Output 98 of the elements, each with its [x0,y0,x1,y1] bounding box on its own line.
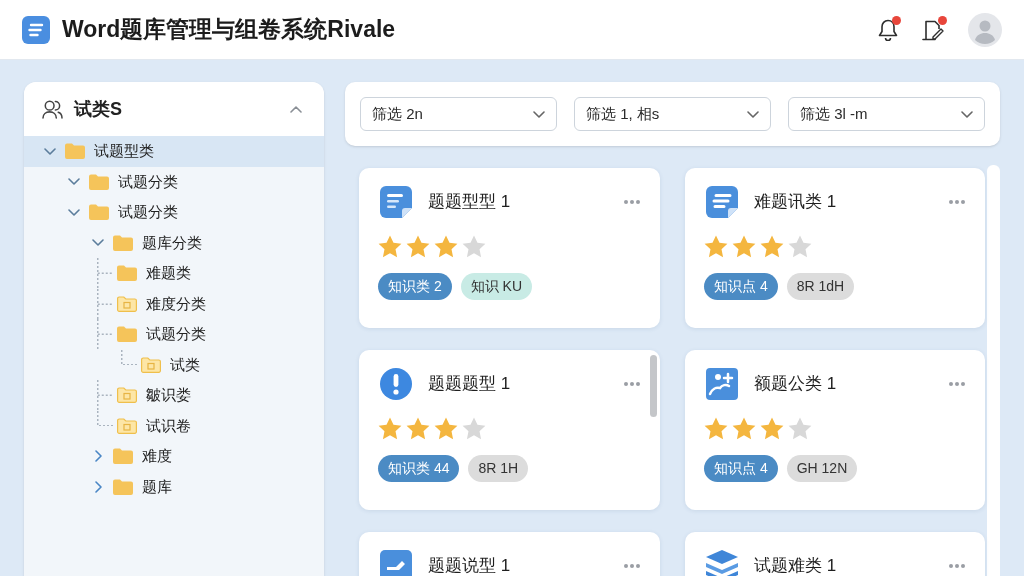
star-icon [462,417,486,440]
star-icon [434,417,458,440]
layers-icon [706,550,738,576]
question-card[interactable]: 题题题型 1 知识类 44 8R 1H [359,350,660,510]
tree-item[interactable]: 题库 [24,471,324,502]
tag: 8R 1dH [786,273,855,300]
more-icon[interactable] [624,382,640,386]
tree-item[interactable]: 试题型类 [24,136,324,167]
app-title: Word题库管理与组卷系统Rivale [62,15,396,45]
tree-connector-line [97,258,113,289]
star-icon [434,235,458,258]
tag: 知识点 4 [704,455,778,482]
more-icon[interactable] [949,382,965,386]
chevron-right-icon[interactable] [95,480,102,493]
question-card[interactable]: 难题讯类 1 知识点 4 8R 1dH [685,168,985,328]
tree-item[interactable]: 试识卷 [24,410,324,441]
tag: 知识点 4 [704,273,778,300]
folder-icon [89,204,109,221]
tag: 知识 KU [460,273,533,300]
chevron-down-icon[interactable] [68,178,80,186]
star-icon [788,235,812,258]
chevron-down-icon[interactable] [92,239,104,247]
star-icon [378,235,402,258]
alert-icon [380,368,412,400]
folder-icon [113,478,133,495]
tree-item[interactable]: 试题分类 [24,319,324,350]
chevron-down-icon[interactable] [44,147,56,155]
filter-select[interactable]: 筛选 1, 相s [574,97,771,131]
tree-connector-line [97,319,113,350]
more-icon[interactable] [949,200,965,204]
tag: GH 12N [786,455,858,482]
tag: 8R 1H [468,455,529,482]
list-icon [706,186,738,218]
tree-item[interactable]: 试题分类 [24,166,324,197]
star-icon [760,235,784,258]
more-icon[interactable] [624,200,640,204]
card-title: 题题型型 1 [428,191,511,214]
card-title: 题题题型 1 [428,373,511,396]
star-icon [788,417,812,440]
picture-icon [706,368,738,400]
document-edit-icon[interactable] [922,18,944,41]
star-icon [406,235,430,258]
tree-item[interactable]: 难度分类 [24,288,324,319]
card-title: 额题公类 1 [754,373,837,396]
star-icon [406,417,430,440]
question-card[interactable]: 试题难类 1 [685,532,985,576]
tree-item[interactable]: 题库分类 [24,227,324,258]
document-folder-icon [141,356,161,373]
sidebar-title: 试类S [74,97,122,121]
tree-connector-line [97,288,113,319]
question-card[interactable]: 题题型型 1 知识类 2 知识 KU [359,168,660,328]
chevron-up-icon[interactable] [290,105,302,113]
question-card[interactable]: 题题说型 1 [359,532,660,576]
tag: 知识类 2 [378,273,452,300]
star-icon [732,235,756,258]
card-title: 难题讯类 1 [754,191,837,214]
filter-select[interactable]: 筛选 3l -m [788,97,985,131]
chevron-right-icon[interactable] [95,450,102,463]
star-icon [704,417,728,440]
folder-icon [117,326,137,343]
folder-icon [117,265,137,282]
tag: 知识类 44 [378,455,460,482]
card-title: 题题说型 1 [428,555,511,576]
avatar-icon[interactable] [968,12,1002,47]
chevron-down-icon [961,110,973,118]
card-title: 试题难类 1 [754,555,837,576]
more-icon[interactable] [949,564,965,568]
tree-item[interactable]: 皺识娄 [24,380,324,411]
scrollbar-track[interactable] [987,165,1000,576]
tree-item[interactable]: 试类 [24,349,324,380]
scrollbar-thumb[interactable] [650,355,657,417]
star-icon [378,417,402,440]
logo-icon [22,15,50,44]
folder-icon [65,143,85,160]
star-icon [704,235,728,258]
tree-item[interactable]: 难题类 [24,258,324,289]
folder-icon [113,234,133,251]
chevron-down-icon [747,110,759,118]
tree-connector-line [121,349,137,365]
edit-icon [380,550,412,576]
document-folder-icon [117,387,137,404]
filter-select[interactable]: 筛选 2n [360,97,557,131]
folder-icon [89,173,109,190]
document-icon [380,186,412,218]
chevron-down-icon[interactable] [68,208,80,216]
star-icon [732,417,756,440]
bell-icon[interactable] [878,18,898,41]
more-icon[interactable] [624,564,640,568]
document-folder-icon [117,295,137,312]
star-icon [760,417,784,440]
chevron-down-icon [533,110,545,118]
question-card[interactable]: 额题公类 1 知识点 4 GH 12N [685,350,985,510]
star-icon [462,235,486,258]
tree-item[interactable]: 难度 [24,441,324,472]
users-icon [42,99,63,119]
tree-item[interactable]: 试题分类 [24,197,324,228]
document-folder-icon [117,417,137,434]
folder-icon [113,448,133,465]
